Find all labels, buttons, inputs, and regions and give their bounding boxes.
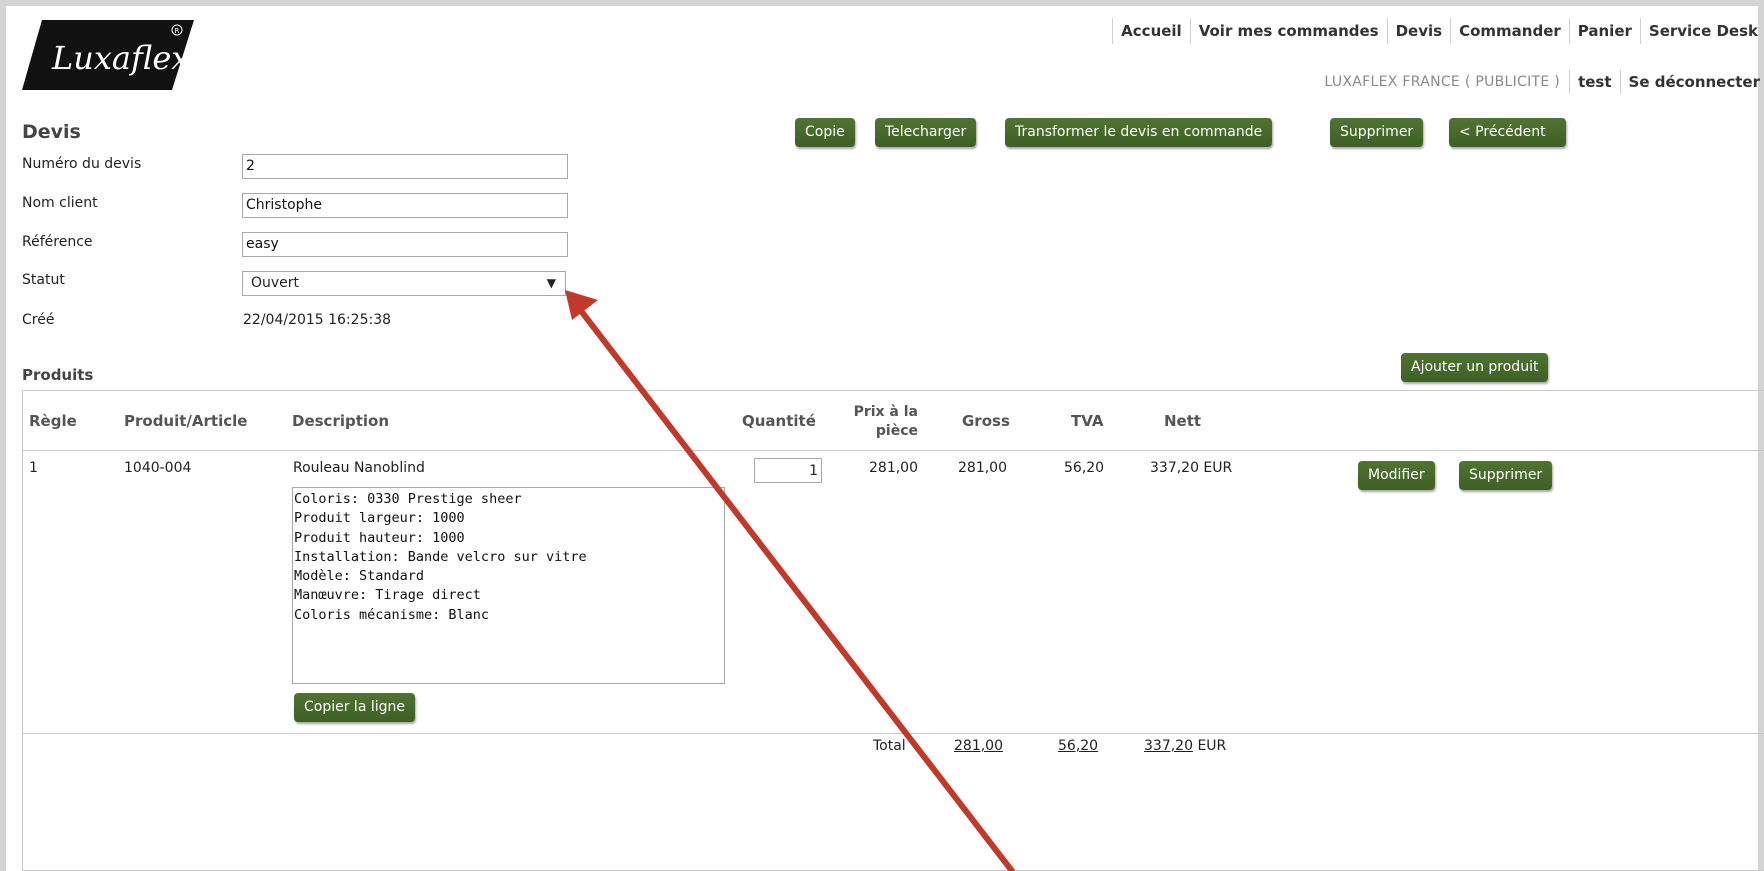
total-currency: EUR [1197,738,1227,754]
status-label: Statut [22,272,65,288]
description-line: Manœuvre: Tirage direct [294,587,481,604]
reference-label: Référence [22,234,93,250]
modify-row-button[interactable]: Modifier [1358,461,1435,490]
col-header-quantity: Quantité [742,412,816,430]
client-name-field[interactable]: Christophe [242,193,568,218]
quote-number-label: Numéro du devis [22,156,142,172]
convert-to-order-button[interactable]: Transformer le devis en commande [1005,118,1273,147]
page-title: Devis [22,121,81,143]
col-header-description: Description [292,412,390,430]
nav-devis[interactable]: Devis [1386,18,1450,44]
logout-link[interactable]: Se déconnecter [1619,70,1764,94]
total-vat-link[interactable]: 56,20 [1058,738,1098,754]
row-product-code: 1040-004 [124,460,192,476]
total-net-link[interactable]: 337,20 [1144,738,1193,754]
download-button[interactable]: Telecharger [875,118,977,147]
delete-quote-button[interactable]: Supprimer [1330,118,1424,147]
created-value: 22/04/2015 16:25:38 [243,312,392,328]
nav-panier[interactable]: Panier [1568,18,1640,44]
col-header-gross: Gross [962,412,1010,430]
col-header-net: Nett [1164,412,1202,430]
description-line: Produit hauteur: 1000 [294,529,465,546]
delete-row-button[interactable]: Supprimer [1459,461,1553,490]
row-vat: 56,20 [1064,460,1105,476]
svg-text:Luxaflex: Luxaflex [51,39,189,77]
copy-line-button[interactable]: Copier la ligne [294,693,416,722]
quantity-input[interactable]: 1 [754,458,822,483]
col-header-rule: Règle [29,412,77,430]
status-select-value: Ouvert [251,275,300,291]
top-navigation: Accueil Voir mes commandes Devis Command… [1112,18,1764,44]
description-line: Installation: Bande velcro sur vitre [294,548,587,565]
description-line: Coloris mécanisme: Blanc [294,606,490,623]
copy-button[interactable]: Copie [795,118,855,147]
previous-button[interactable]: < Précédent [1449,118,1566,147]
row-rule: 1 [29,460,38,476]
created-label: Créé [22,312,55,328]
client-name-label: Nom client [22,195,98,211]
col-header-unit-price: Prix à la pièce [838,403,918,441]
row-description-textarea[interactable]: Coloris: 0330 Prestige sheer Produit lar… [292,487,725,684]
reference-field[interactable]: easy [242,232,568,257]
unit-price-header-line1: Prix à la [853,404,918,420]
row-net: 337,20 EUR [1150,460,1233,476]
quote-number-field[interactable]: 2 [242,154,568,179]
svg-text:R: R [175,27,180,35]
username-link[interactable]: test [1569,70,1619,94]
nav-commander[interactable]: Commander [1450,18,1569,44]
row-product-name: Rouleau Nanoblind [293,460,425,476]
total-net: 337,20 EUR [1144,738,1226,754]
unit-price-header-line2: pièce [875,423,918,439]
row-gross: 281,00 [958,460,1007,476]
col-header-product: Produit/Article [124,412,248,430]
col-header-vat: TVA [1071,412,1104,430]
nav-voir-mes-commandes[interactable]: Voir mes commandes [1189,18,1387,44]
description-line: Coloris: 0330 Prestige sheer [294,491,522,507]
nav-service-desk[interactable]: Service Desk [1639,18,1764,44]
add-product-button[interactable]: Ajouter un produit [1401,353,1549,382]
total-label: Total [873,738,906,754]
products-title: Produits [22,366,94,384]
table-header-divider [22,450,1764,451]
status-select[interactable]: Ouvert ▼ [242,271,566,296]
total-gross-link[interactable]: 281,00 [954,738,1003,754]
user-navigation: LUXAFLEX FRANCE ( PUBLICITE ) test Se dé… [1315,70,1764,94]
row-unit-price: 281,00 [869,460,918,476]
dropdown-arrow-icon[interactable]: ▼ [547,272,556,295]
description-line: Modèle: Standard [294,568,425,585]
table-total-divider [22,733,1764,734]
company-name: LUXAFLEX FRANCE ( PUBLICITE ) [1324,74,1561,90]
luxaflex-logo[interactable]: Luxaflex R [22,18,194,92]
description-line: Produit largeur: 1000 [294,510,465,527]
nav-accueil[interactable]: Accueil [1112,18,1190,44]
